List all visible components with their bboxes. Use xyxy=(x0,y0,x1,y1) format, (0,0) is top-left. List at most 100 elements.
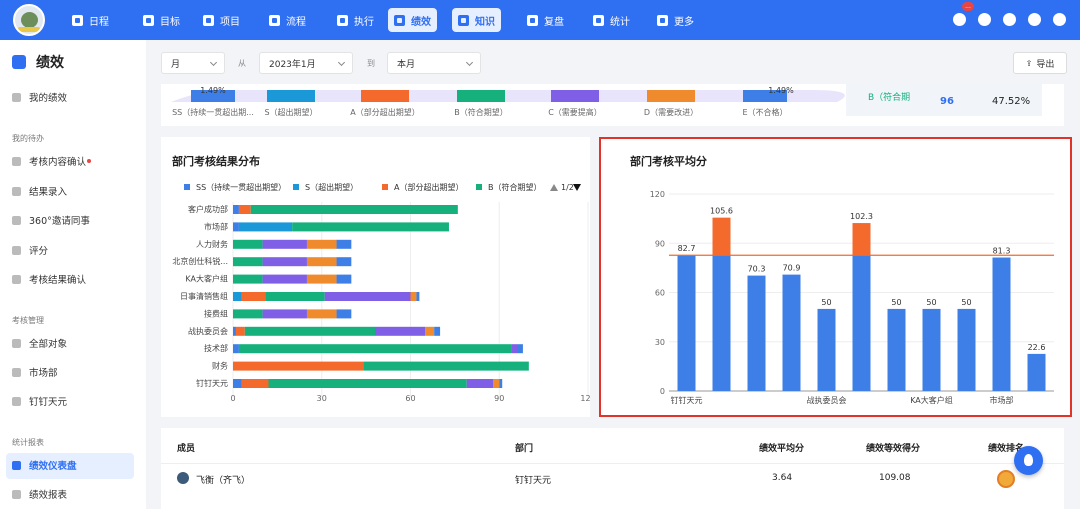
nav-icon xyxy=(458,14,469,26)
sidebar-item-items1-4[interactable]: 考核结果确认 xyxy=(12,271,86,287)
bar-segment xyxy=(233,292,242,301)
sidebar-item-label: 绩效仪表盘 xyxy=(29,461,77,472)
sidebar-item-label: 360°邀请同事 xyxy=(29,216,90,227)
bar-segment xyxy=(235,326,245,336)
bar-segment xyxy=(262,239,307,249)
from-date-select[interactable]: 2023年1月 xyxy=(259,52,353,74)
bar xyxy=(992,257,1011,391)
sidebar-section-manage: 考核管理 xyxy=(12,316,44,325)
y-tick-label: 人力财务 xyxy=(196,239,228,249)
bar-segment xyxy=(336,309,352,319)
bar xyxy=(922,308,941,391)
bar-segment xyxy=(262,257,307,267)
grade-stat-panel: B（符合期望） 96 47.52% xyxy=(846,84,1042,116)
nav-label: 流程 xyxy=(286,16,306,28)
nav-item-6[interactable]: 知识 xyxy=(452,8,501,32)
bar-segment xyxy=(238,222,293,232)
medal-icon xyxy=(997,470,1015,488)
nav-icon xyxy=(203,14,214,26)
sidebar-item-icon xyxy=(12,274,21,284)
grade-percent: 1.49% xyxy=(768,86,794,95)
bar-segment xyxy=(306,239,337,249)
help-bulb-button[interactable] xyxy=(1014,446,1043,475)
bar-segment xyxy=(416,292,420,301)
bar-segment xyxy=(250,205,458,214)
sidebar-item-items1-2[interactable]: 360°邀请同事 xyxy=(12,212,90,228)
x-tick-label: 60 xyxy=(405,394,415,403)
legend-label: A（部分超出期望） xyxy=(394,182,463,192)
legend-next-icon[interactable] xyxy=(573,184,581,191)
grade-label: SS（持续一贯超出期... xyxy=(172,107,254,117)
nav-item-0[interactable]: 日程 xyxy=(66,8,115,32)
bell-icon[interactable] xyxy=(953,13,966,26)
bar-segment xyxy=(233,326,236,336)
legend-label: SS（持续一贯超出期望） xyxy=(196,182,286,192)
bar-segment xyxy=(233,274,263,284)
user-icon xyxy=(12,92,21,102)
grade-stat-percent: 47.52% xyxy=(992,96,1031,107)
table-row-member[interactable]: 飞衡（齐飞） xyxy=(196,473,250,486)
legend-prev-icon[interactable] xyxy=(550,184,558,191)
chevron-down-icon xyxy=(465,58,474,67)
bar xyxy=(957,308,976,391)
nav-label: 复盘 xyxy=(544,16,564,28)
bar xyxy=(817,308,836,391)
sidebar-item-icon xyxy=(12,489,21,499)
x-tick-label: 90 xyxy=(494,394,504,403)
nav-item-8[interactable]: 统计 xyxy=(587,8,636,32)
sidebar-item-items1-3[interactable]: 评分 xyxy=(12,242,48,258)
sidebar-item-items1-1[interactable]: 结果录入 xyxy=(12,183,67,199)
nav-item-7[interactable]: 复盘 xyxy=(521,8,570,32)
period-select[interactable]: 月 xyxy=(161,52,225,74)
nav-item-5[interactable]: 绩效 xyxy=(388,8,437,32)
sidebar-item-my-performance[interactable]: 我的绩效 xyxy=(12,89,67,105)
sidebar: 绩效 我的绩效 我的待办 考核内容确认 结果录入 360°邀请同事 评分 考核结果确认 … xyxy=(0,40,146,509)
nav-item-4[interactable]: 执行 xyxy=(331,8,380,32)
x-tick-label: 钉钉天元 xyxy=(671,395,703,405)
legend-swatch xyxy=(382,184,388,190)
grade-label: D（需要改进） xyxy=(644,107,698,117)
nav-icon xyxy=(337,14,348,26)
bar-segment xyxy=(499,379,503,388)
info-icon[interactable] xyxy=(1003,13,1016,26)
bar-segment xyxy=(375,326,426,336)
bar-segment xyxy=(244,326,375,336)
nav-item-9[interactable]: 更多 xyxy=(651,8,700,32)
nav-icon xyxy=(72,14,83,26)
puzzle-icon[interactable] xyxy=(1053,13,1066,26)
bar-value-label: 50 xyxy=(891,298,901,307)
export-button[interactable]: ⇪ 导出 xyxy=(1013,52,1067,74)
nav-item-3[interactable]: 流程 xyxy=(263,8,312,32)
bar-value-label: 50 xyxy=(926,298,936,307)
sidebar-item-items3-1[interactable]: 绩效报表 xyxy=(12,486,67,502)
bar-segment xyxy=(363,361,529,371)
sidebar-item-items2-0[interactable]: 全部对象 xyxy=(12,335,67,351)
to-date-select[interactable]: 本月 xyxy=(387,52,481,74)
bar-value-label: 70.3 xyxy=(748,265,766,274)
nav-label: 知识 xyxy=(475,16,495,28)
nav-item-2[interactable]: 项目 xyxy=(197,8,246,32)
bar-segment xyxy=(292,222,449,232)
search-icon[interactable] xyxy=(978,13,991,26)
sidebar-item-items2-2[interactable]: 钉钉天元 xyxy=(12,393,67,409)
bar-segment xyxy=(233,344,239,354)
sidebar-item-items2-1[interactable]: 市场部 xyxy=(12,364,58,380)
nav-item-1[interactable]: 目标 xyxy=(137,8,186,32)
bar xyxy=(677,255,696,391)
sidebar-item-label: 钉钉天元 xyxy=(29,397,68,408)
dept-distribution-card: 部门考核结果分布 SS（持续一贯超出期望） S（超出期望） A（部分超出期望） B（符… xyxy=(161,137,590,417)
app-logo[interactable] xyxy=(13,4,45,36)
gear-icon[interactable] xyxy=(1028,13,1041,26)
sidebar-item-label: 绩效报表 xyxy=(29,490,68,501)
grade-label: C（需要提高） xyxy=(548,107,602,117)
bar xyxy=(782,274,801,391)
bar-value-label: 82.7 xyxy=(678,244,696,253)
col-eq: 绩效等效得分 xyxy=(866,444,921,454)
bar-segment xyxy=(241,292,266,301)
sidebar-item-items3-0[interactable]: 绩效仪表盘 xyxy=(12,457,77,473)
bar-segment xyxy=(306,257,337,267)
bar-segment xyxy=(306,309,337,319)
bar-segment xyxy=(233,309,263,319)
nav-label: 更多 xyxy=(674,16,694,28)
sidebar-item-items1-0[interactable]: 考核内容确认 xyxy=(12,153,92,169)
